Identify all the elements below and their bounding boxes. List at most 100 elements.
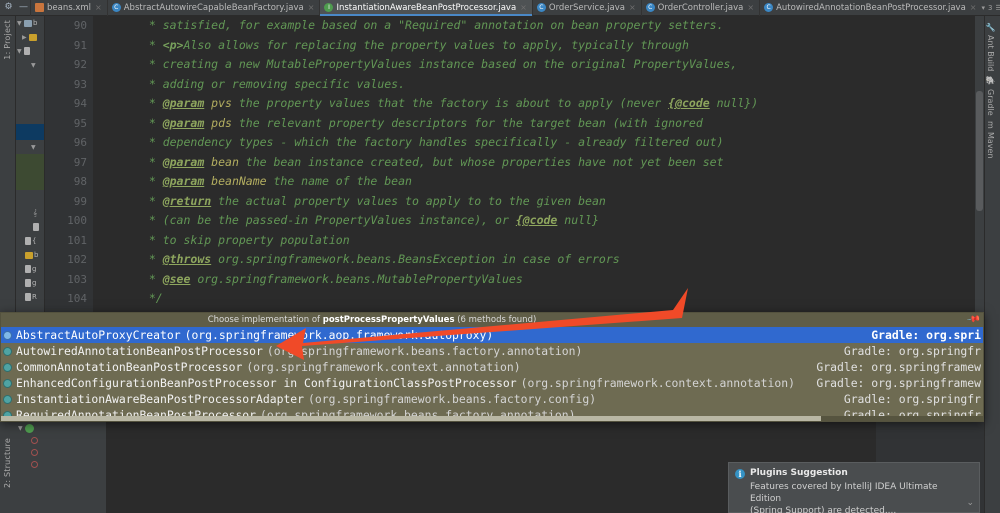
close-icon[interactable]: × [95,3,102,12]
code-editor[interactable]: 90919293949596979899100101102103104105 *… [45,16,984,312]
tab-label: AbstractAutowireCapableBeanFactory.java [123,2,304,13]
code-line[interactable]: * @throws org.springframework.beans.Bean… [93,250,984,270]
popup-title: Choose implementation of postProcessProp… [208,315,537,325]
list-item[interactable]: ▼ [16,422,106,434]
list-item[interactable]: b [16,248,44,262]
sidebar-item-project[interactable]: 1: Project [3,20,12,60]
list-item[interactable]: { [16,234,44,248]
code-line[interactable]: * to skip property population [93,231,984,251]
pin-icon[interactable]: 📌 [966,313,981,327]
list-item[interactable]: ▼ [16,44,44,58]
popup-item-list[interactable]: AbstractAutoProxyCreator (org.springframe… [1,327,983,421]
list-item[interactable]: R [16,290,44,304]
popup-scrollbar-thumb[interactable] [1,416,821,421]
code-token: * [135,252,163,266]
ide-window: ⚙ — beans.xml × C AbstractAutowireCapableBe… [0,0,1000,513]
popup-list-item[interactable]: InstantiationAwareBeanPostProcessorAdapt… [1,391,983,407]
code-line[interactable]: * dependency types - which the factory h… [93,133,984,153]
code-line[interactable]: * adding or removing specific values. [93,75,984,95]
popup-list-item[interactable]: EnhancedConfigurationBeanPostProcessor i… [1,375,983,391]
code-token: pds [204,115,232,130]
popup-horizontal-scrollbar[interactable] [1,416,983,421]
line-number: 96 [73,136,87,149]
code-line[interactable]: * @param pvs the property values that th… [93,94,984,114]
line-number: 104 [67,292,87,305]
inspection-dropdown-icon[interactable]: ▾ [982,4,986,12]
close-icon[interactable]: × [629,3,636,12]
tab-label: beans.xml [47,2,92,13]
popup-list-item[interactable]: AbstractAutoProxyCreator (org.springframe… [1,327,983,343]
popup-item-package: (org.springframework.aop.framework.autop… [184,328,494,342]
code-line[interactable]: * (can be the passed-in PropertyValues i… [93,211,984,231]
notification-header: i Plugins Suggestion [729,463,979,479]
code-token: */ [135,291,163,305]
code-line[interactable]: * @see org.springframework.beans.Mutable… [93,270,984,290]
sidebar-item-structure[interactable]: 2: Structure [3,438,12,488]
code-line[interactable]: * @return the actual property values to … [93,192,984,212]
code-line[interactable]: * @param beanName the name of the bean [93,172,984,192]
tab-abstractautowirecapablebeanfactory-java[interactable]: C AbstractAutowireCapableBeanFactory.java… [106,0,320,16]
code-line[interactable]: */ [93,289,984,309]
tab-beans-xml[interactable]: beans.xml × [30,0,107,16]
chevron-down-icon[interactable]: ⌄ [966,498,974,508]
close-icon[interactable]: × [520,3,527,12]
chevron-down-icon[interactable]: ▼ [18,425,23,432]
code-token: beanName [204,174,267,188]
editor-scrollbar[interactable] [975,16,984,312]
toolwindow-gradle[interactable]: 🐘 Gradle [986,76,995,115]
tab-label: OrderController.java [657,2,744,13]
list-item[interactable]: ▼ [16,140,44,154]
code-line[interactable]: * satisfied, for example based on a "Req… [93,16,984,36]
xml-file-icon [35,3,44,12]
list-item[interactable] [16,154,44,190]
notification-title: Plugins Suggestion [750,468,848,478]
tab-label: AutowiredAnnotationBeanPostProcessor.jav… [776,2,966,13]
list-item[interactable]: ▼ [16,58,44,72]
popup-item-name: AutowiredAnnotationBeanPostProcessor [16,344,263,358]
close-icon[interactable]: × [747,3,754,12]
java-class-icon: C [536,3,546,12]
tab-instantiationawarebeanpostprocessor-java[interactable]: I InstantiationAwareBeanPostProcessor.jav… [319,0,533,16]
code-line[interactable]: * @param bean the bean instance created,… [93,153,984,173]
list-item-selected[interactable] [16,124,44,140]
toolwindow-ant-build[interactable]: 🔧 Ant Build [986,22,995,71]
list-item[interactable]: ▶ [16,30,44,44]
code-token: the relevant property descriptors for th… [231,115,703,130]
list-item[interactable]: g [16,262,44,276]
choose-implementation-popup[interactable]: Choose implementation of postProcessProp… [0,312,984,422]
line-number: 94 [73,97,87,110]
list-item[interactable]: ▼ b [16,16,44,30]
popup-list-item[interactable]: AutowiredAnnotationBeanPostProcessor (org… [1,343,983,359]
popup-list-item[interactable]: CommonAnnotationBeanPostProcessor (org.sp… [1,359,983,375]
minimize-icon[interactable]: — [17,1,30,14]
list-item[interactable]: 𝄞 [16,206,44,220]
toolwindow-maven[interactable]: m Maven [986,121,995,158]
structure-panel[interactable]: ▼ [16,422,106,513]
code-token: {@code [515,213,558,227]
settings-gear-icon[interactable]: ⚙ [2,1,15,14]
list-item[interactable] [16,458,106,470]
analyze-icon[interactable]: ☰ [995,4,1000,12]
code-line[interactable]: * <p>Also allows for replacing the prope… [93,36,984,56]
list-item[interactable] [16,220,44,234]
info-icon: i [735,469,745,479]
code-line[interactable]: * @param pds the relevant property descr… [93,114,984,134]
java-class-icon: C [764,3,774,12]
editor-code-area[interactable]: * satisfied, for example based on a "Req… [93,16,984,312]
tab-ordercontroller-java[interactable]: C OrderController.java × [640,0,759,16]
close-icon[interactable]: × [308,3,315,12]
editor-gutter[interactable]: 90919293949596979899100101102103104105 [45,16,93,312]
editor-scrollbar-thumb[interactable] [976,91,983,211]
tab-autowiredannotationbeanpostprocessor-java[interactable]: C AutowiredAnnotationBeanPostProcessor.ja… [759,0,981,16]
popup-title-suffix: (6 methods found) [454,315,537,325]
code-token: * dependency types - which the factory h… [135,135,724,149]
list-item[interactable] [16,446,106,458]
code-line[interactable]: * creating a new MutablePropertyValues i… [93,55,984,75]
list-item[interactable]: g [16,276,44,290]
code-token: @throws [162,252,212,266]
tab-orderservice-java[interactable]: C OrderService.java × [531,0,641,16]
list-item[interactable] [16,434,106,446]
code-token: bean [204,154,239,169]
plugins-suggestion-notification[interactable]: i Plugins Suggestion Features covered by… [728,462,980,513]
close-icon[interactable]: × [970,3,977,12]
